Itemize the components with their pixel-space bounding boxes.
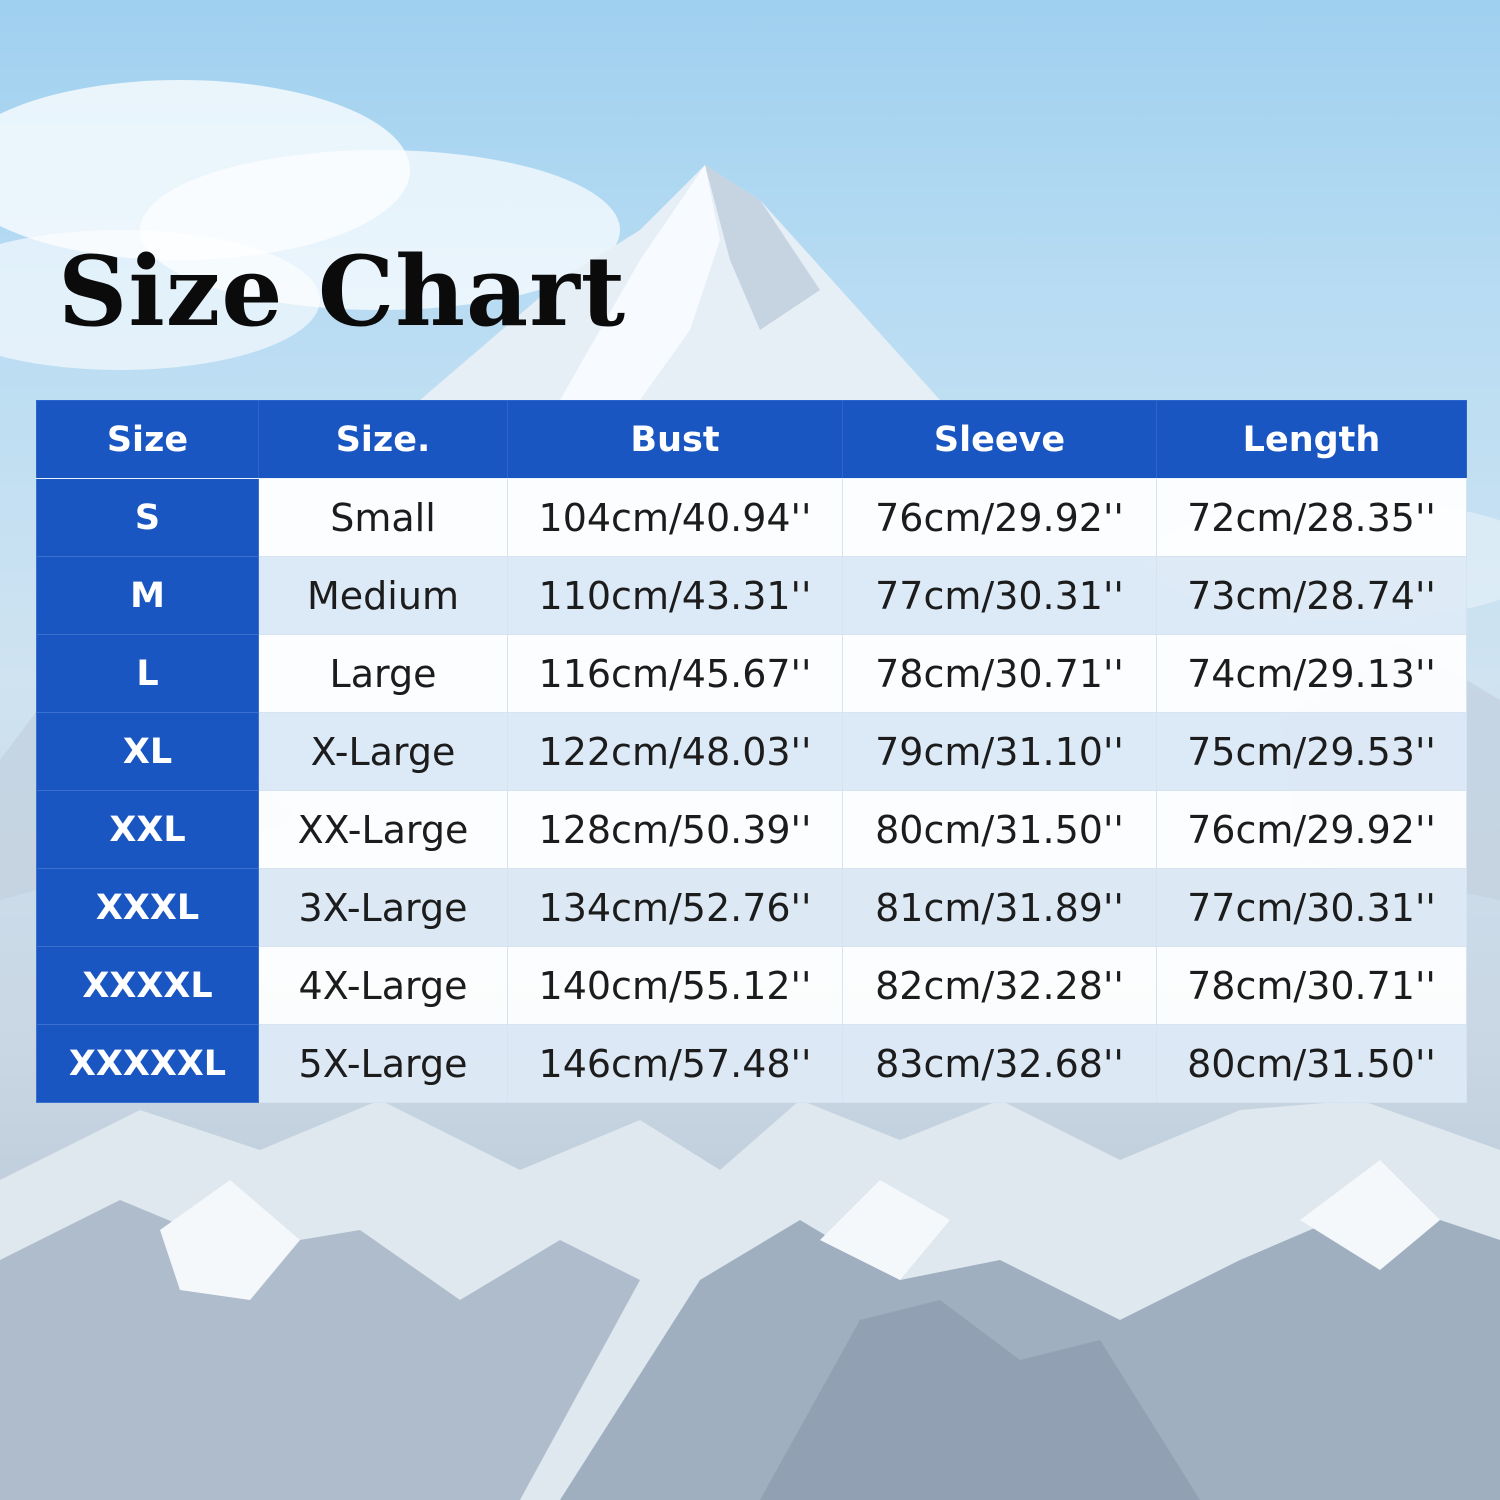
length-cell: 72cm/28.35'' bbox=[1156, 478, 1467, 557]
size-name-cell: 4X-Large bbox=[258, 946, 508, 1025]
bust-cell: 140cm/55.12'' bbox=[507, 946, 843, 1025]
header-size-name: Size. bbox=[258, 400, 508, 479]
table-row: XXXL 3X-Large 134cm/52.76'' 81cm/31.89''… bbox=[36, 868, 1467, 947]
length-cell: 76cm/29.92'' bbox=[1156, 790, 1467, 869]
table-row: S Small 104cm/40.94'' 76cm/29.92'' 72cm/… bbox=[36, 478, 1467, 557]
sleeve-cell: 77cm/30.31'' bbox=[842, 556, 1157, 635]
size-code-cell: XXXL bbox=[36, 868, 259, 947]
sleeve-cell: 76cm/29.92'' bbox=[842, 478, 1157, 557]
sleeve-cell: 78cm/30.71'' bbox=[842, 634, 1157, 713]
length-cell: 77cm/30.31'' bbox=[1156, 868, 1467, 947]
table-header-row: Size Size. Bust Sleeve Length bbox=[36, 400, 1467, 479]
sleeve-cell: 81cm/31.89'' bbox=[842, 868, 1157, 947]
bust-cell: 110cm/43.31'' bbox=[507, 556, 843, 635]
sleeve-cell: 82cm/32.28'' bbox=[842, 946, 1157, 1025]
size-code-cell: XXXXXL bbox=[36, 1024, 259, 1103]
length-cell: 78cm/30.71'' bbox=[1156, 946, 1467, 1025]
size-code-cell: S bbox=[36, 478, 259, 557]
table-row: XXXXL 4X-Large 140cm/55.12'' 82cm/32.28'… bbox=[36, 946, 1467, 1025]
size-code-cell: XXL bbox=[36, 790, 259, 869]
size-code-cell: XXXXL bbox=[36, 946, 259, 1025]
size-code-cell: XL bbox=[36, 712, 259, 791]
table-row: XXXXXL 5X-Large 146cm/57.48'' 83cm/32.68… bbox=[36, 1024, 1467, 1103]
table-row: M Medium 110cm/43.31'' 77cm/30.31'' 73cm… bbox=[36, 556, 1467, 635]
length-cell: 75cm/29.53'' bbox=[1156, 712, 1467, 791]
page-title: Size Chart bbox=[58, 235, 627, 348]
size-chart-table: Size Size. Bust Sleeve Length S Small 10… bbox=[36, 400, 1467, 1103]
size-name-cell: Small bbox=[258, 478, 508, 557]
table-row: XL X-Large 122cm/48.03'' 79cm/31.10'' 75… bbox=[36, 712, 1467, 791]
size-name-cell: XX-Large bbox=[258, 790, 508, 869]
size-code-cell: M bbox=[36, 556, 259, 635]
bust-cell: 104cm/40.94'' bbox=[507, 478, 843, 557]
bust-cell: 128cm/50.39'' bbox=[507, 790, 843, 869]
table-row: L Large 116cm/45.67'' 78cm/30.71'' 74cm/… bbox=[36, 634, 1467, 713]
header-size: Size bbox=[36, 400, 259, 479]
bust-cell: 116cm/45.67'' bbox=[507, 634, 843, 713]
size-name-cell: 5X-Large bbox=[258, 1024, 508, 1103]
sleeve-cell: 79cm/31.10'' bbox=[842, 712, 1157, 791]
header-length: Length bbox=[1156, 400, 1467, 479]
size-name-cell: Medium bbox=[258, 556, 508, 635]
length-cell: 73cm/28.74'' bbox=[1156, 556, 1467, 635]
size-code-cell: L bbox=[36, 634, 259, 713]
bust-cell: 134cm/52.76'' bbox=[507, 868, 843, 947]
header-bust: Bust bbox=[507, 400, 843, 479]
table-row: XXL XX-Large 128cm/50.39'' 80cm/31.50'' … bbox=[36, 790, 1467, 869]
length-cell: 80cm/31.50'' bbox=[1156, 1024, 1467, 1103]
size-name-cell: X-Large bbox=[258, 712, 508, 791]
size-name-cell: Large bbox=[258, 634, 508, 713]
bust-cell: 146cm/57.48'' bbox=[507, 1024, 843, 1103]
sleeve-cell: 83cm/32.68'' bbox=[842, 1024, 1157, 1103]
size-name-cell: 3X-Large bbox=[258, 868, 508, 947]
sleeve-cell: 80cm/31.50'' bbox=[842, 790, 1157, 869]
header-sleeve: Sleeve bbox=[842, 400, 1157, 479]
length-cell: 74cm/29.13'' bbox=[1156, 634, 1467, 713]
bust-cell: 122cm/48.03'' bbox=[507, 712, 843, 791]
